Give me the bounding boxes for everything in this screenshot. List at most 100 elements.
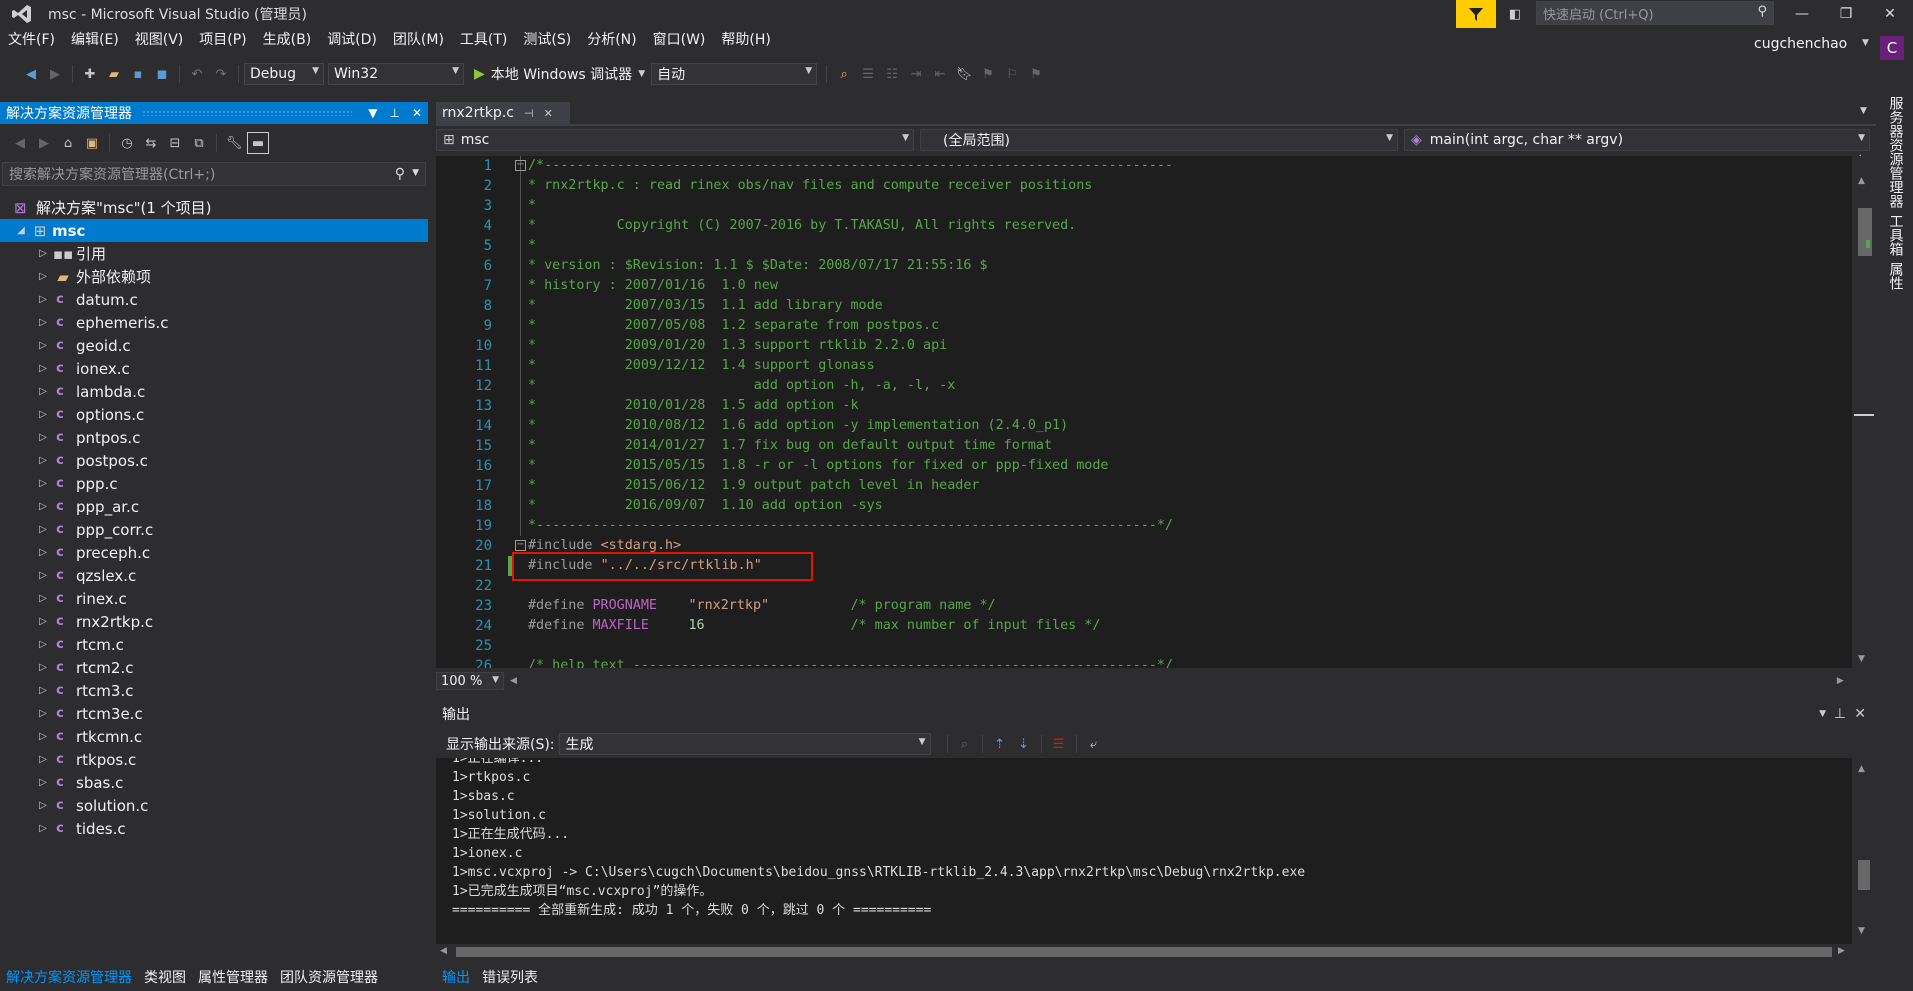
file-node[interactable]: ▷ c pntpos.c xyxy=(0,426,428,449)
project-nav-select[interactable]: ⊞ msc ▼ xyxy=(436,129,914,151)
avatar[interactable]: C xyxy=(1880,36,1904,60)
tab-error-list[interactable]: 错误列表 xyxy=(476,967,544,987)
outdent-icon[interactable]: ⇤ xyxy=(929,63,951,85)
forward-icon[interactable]: ▶ xyxy=(44,63,66,85)
close-button[interactable]: ✕ xyxy=(1868,0,1912,28)
fold-toggle-icon[interactable]: − xyxy=(515,160,526,171)
quick-launch-input[interactable]: 快速启动 (Ctrl+Q) ⚲ xyxy=(1536,1,1774,25)
scroll-down-icon[interactable]: ▼ xyxy=(1858,654,1865,664)
menu-team[interactable]: 团队(M) xyxy=(385,29,452,49)
file-node[interactable]: ▷ c geoid.c xyxy=(0,334,428,357)
tab-properties[interactable]: 属性 xyxy=(1886,262,1906,290)
file-node[interactable]: ▷ c solution.c xyxy=(0,794,428,817)
member-nav-select[interactable]: ◈ main(int argc, char ** argv) ▼ xyxy=(1404,129,1870,151)
menu-file[interactable]: 文件(F) xyxy=(0,29,63,49)
menu-project[interactable]: 项目(P) xyxy=(191,29,254,49)
back-icon[interactable]: ◀ xyxy=(20,63,42,85)
file-node[interactable]: ▷ c ionex.c xyxy=(0,357,428,380)
word-wrap-icon[interactable]: ⤶ xyxy=(1083,733,1105,755)
save-all-icon[interactable]: ◼ xyxy=(151,63,173,85)
collapse-arrow-icon[interactable]: ▷ xyxy=(36,777,50,788)
file-node[interactable]: ▷ c rtcm3.c xyxy=(0,679,428,702)
collapse-arrow-icon[interactable]: ▷ xyxy=(36,685,50,696)
feedback-icon[interactable]: ◧ xyxy=(1500,0,1530,28)
file-node[interactable]: ▷ c ephemeris.c xyxy=(0,311,428,334)
close-icon[interactable]: ✕ xyxy=(1854,706,1866,722)
output-source-select[interactable]: 生成 ▼ xyxy=(558,733,931,755)
file-node[interactable]: ▷ c tides.c xyxy=(0,817,428,840)
menu-window[interactable]: 窗口(W) xyxy=(645,29,714,49)
tab-property-manager[interactable]: 属性管理器 xyxy=(192,967,274,987)
scroll-right-icon[interactable]: ▶ xyxy=(1837,676,1844,686)
file-node[interactable]: ▷ c ppp.c xyxy=(0,472,428,495)
solution-explorer-search[interactable]: 搜索解决方案资源管理器(Ctrl+;) ⚲ ▼ xyxy=(2,162,426,186)
file-node[interactable]: ▷ c preceph.c xyxy=(0,541,428,564)
history-icon[interactable]: ◷ xyxy=(116,132,138,154)
restore-button[interactable]: ❐ xyxy=(1824,0,1868,28)
project-node[interactable]: ◢ ⊞ msc xyxy=(0,219,428,242)
redo-icon[interactable]: ↷ xyxy=(210,63,232,85)
comment-icon[interactable]: ☰ xyxy=(857,63,879,85)
collapse-arrow-icon[interactable]: ▷ xyxy=(36,363,50,374)
uncomment-icon[interactable]: ☷ xyxy=(881,63,903,85)
scrollbar-thumb[interactable] xyxy=(456,947,1832,957)
collapse-arrow-icon[interactable]: ▷ xyxy=(36,823,50,834)
menu-test[interactable]: 测试(S) xyxy=(515,29,579,49)
collapse-arrow-icon[interactable]: ▷ xyxy=(36,501,50,512)
references-node[interactable]: ▷ ▪▪ 引用 xyxy=(0,242,428,265)
back-icon[interactable]: ◀ xyxy=(9,132,31,154)
home-icon[interactable]: ⌂ xyxy=(57,132,79,154)
forward-icon[interactable]: ▶ xyxy=(33,132,55,154)
undo-icon[interactable]: ↶ xyxy=(186,63,208,85)
tab-team-explorer[interactable]: 团队资源管理器 xyxy=(274,967,384,987)
chevron-down-icon[interactable]: ▼ xyxy=(368,106,377,120)
collapse-arrow-icon[interactable]: ▷ xyxy=(36,547,50,558)
file-node[interactable]: ▷ c rtkcmn.c xyxy=(0,725,428,748)
menu-analyze[interactable]: 分析(N) xyxy=(579,29,644,49)
file-node[interactable]: ▷ c rnx2rtkp.c xyxy=(0,610,428,633)
file-node[interactable]: ▷ c postpos.c xyxy=(0,449,428,472)
collapse-arrow-icon[interactable]: ▷ xyxy=(36,593,50,604)
next-message-icon[interactable]: ⇣ xyxy=(1013,733,1035,755)
chevron-down-icon[interactable]: ▼ xyxy=(1819,709,1826,719)
file-node[interactable]: ▷ c lambda.c xyxy=(0,380,428,403)
collapse-arrow-icon[interactable]: ▷ xyxy=(36,248,50,259)
collapse-arrow-icon[interactable]: ▷ xyxy=(36,409,50,420)
switch-views-icon[interactable]: ▣ xyxy=(81,132,103,154)
collapse-arrow-icon[interactable]: ▷ xyxy=(36,662,50,673)
tab-server-explorer[interactable]: 服务器资源管理器 xyxy=(1886,96,1906,208)
zoom-select[interactable]: 100 % ▼ xyxy=(436,672,504,690)
file-node[interactable]: ▷ c rtcm3e.c xyxy=(0,702,428,725)
collapse-arrow-icon[interactable]: ▷ xyxy=(36,708,50,719)
file-node[interactable]: ▷ c rtkpos.c xyxy=(0,748,428,771)
collapse-arrow-icon[interactable]: ▷ xyxy=(36,731,50,742)
search-icon[interactable]: ⚲ xyxy=(395,166,405,182)
chevron-down-icon[interactable]: ▼ xyxy=(1862,38,1869,48)
scroll-right-icon[interactable]: ▶ xyxy=(1838,946,1845,956)
menu-help[interactable]: 帮助(H) xyxy=(713,29,778,49)
next-bookmark-icon[interactable]: ⚐ xyxy=(1001,63,1023,85)
output-vertical-scrollbar[interactable]: ▲ ▼ xyxy=(1852,758,1876,944)
clear-bookmarks-icon[interactable]: ⚑ xyxy=(1025,63,1047,85)
indent-icon[interactable]: ⇥ xyxy=(905,63,927,85)
prev-bookmark-icon[interactable]: ⚑ xyxy=(977,63,999,85)
scope-nav-select[interactable]: (全局范围) ▼ xyxy=(920,129,1398,151)
scroll-up-icon[interactable]: ▲ xyxy=(1858,764,1865,774)
tab-toolbox[interactable]: 工具箱 xyxy=(1886,214,1906,256)
minimize-button[interactable]: — xyxy=(1780,0,1824,28)
tab-solution-explorer[interactable]: 解决方案资源管理器 xyxy=(0,967,138,987)
file-node[interactable]: ▷ c ppp_corr.c xyxy=(0,518,428,541)
previous-message-icon[interactable]: ⇡ xyxy=(989,733,1011,755)
sync-icon[interactable]: ⇆ xyxy=(140,132,162,154)
collapse-arrow-icon[interactable]: ▷ xyxy=(36,570,50,581)
solution-node[interactable]: ⊠ 解决方案"msc"(1 个项目) xyxy=(0,196,428,219)
file-node[interactable]: ▷ c options.c xyxy=(0,403,428,426)
collapse-arrow-icon[interactable]: ▷ xyxy=(36,800,50,811)
output-horizontal-scrollbar[interactable]: ◀ ▶ xyxy=(436,944,1852,960)
tab-output[interactable]: 输出 xyxy=(436,967,476,987)
editor-vertical-scrollbar[interactable]: ▲ ▼ xyxy=(1852,156,1876,668)
new-project-icon[interactable]: ✚ xyxy=(79,63,101,85)
collapse-all-icon[interactable]: ⊟ xyxy=(164,132,186,154)
collapse-arrow-icon[interactable]: ▷ xyxy=(36,616,50,627)
pin-icon[interactable]: ⊥ xyxy=(1834,706,1846,722)
